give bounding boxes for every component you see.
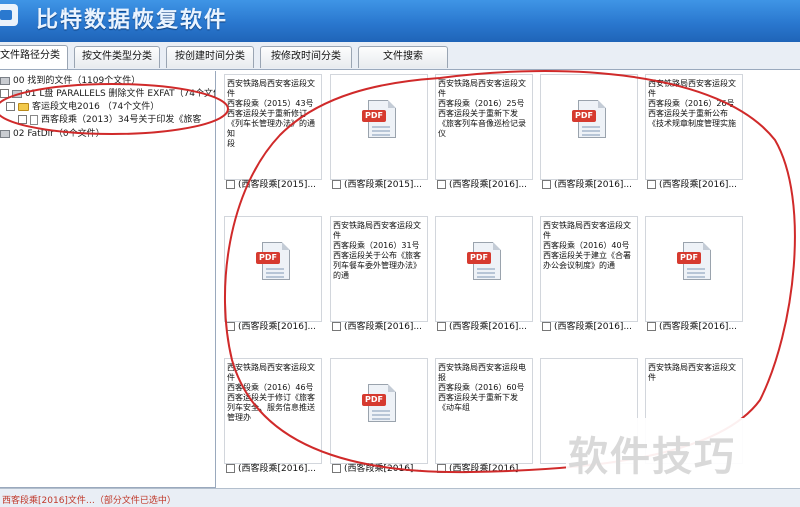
pdf-icon: PDF (362, 100, 396, 140)
tree-item-label: 02 FatDir（0个文件） (13, 129, 105, 139)
file-thumbnail[interactable]: 西安铁路局西安客运段文件 西客段乘（2016）46号 西客运段关于修订《旅客列车安全… (224, 358, 322, 464)
file-caption[interactable]: (西客段乘[2016]... (224, 320, 322, 336)
tab-bar: 文件路径分类 按文件类型分类 按创建时间分类 按修改时间分类 文件搜索 (0, 42, 800, 70)
file-caption[interactable]: (西客段乘[2015]... (330, 178, 428, 194)
pdf-icon: PDF (467, 242, 501, 282)
tree-item-folder[interactable]: 客运段文电2016 （74个文件） (6, 101, 159, 113)
drive-icon (0, 129, 10, 138)
file-thumbnail[interactable]: 西安铁路局西安客运段文件 西客段乘（2016）26号 西客运段关于重新公布《技术规章… (645, 74, 743, 180)
file-caption[interactable]: (西客段乘[2016]... (435, 462, 533, 478)
tree-item-label: 西客段乘（2013）34号关于印发《旅客 (41, 115, 202, 125)
file-checkbox[interactable] (437, 464, 446, 473)
file-checkbox[interactable] (647, 180, 656, 189)
file-thumbnail[interactable]: 西安铁路局西安客运段文件 西客段乘（2015）43号 西客运段关于重新修订《列车长管… (224, 74, 322, 180)
file-caption[interactable]: (西客段乘[2016]... (330, 320, 428, 336)
file-checkbox[interactable] (647, 322, 656, 331)
pdf-icon: PDF (677, 242, 711, 282)
file-thumbnail[interactable]: PDF (224, 216, 322, 322)
document-preview: 西安铁路局西安客运段文件 西客段乘（2016）26号 西客运段关于重新公布《技术规章… (648, 79, 736, 128)
tree-item-fatdir[interactable]: 02 FatDir（0个文件） (0, 128, 105, 140)
file-thumbnail[interactable]: PDF (330, 358, 428, 464)
file-thumbnail[interactable]: 西安铁路局西安客运段文件 西客段乘（2016）31号 西客运段关于公布《旅客列车餐车… (330, 216, 428, 322)
file-caption[interactable]: (西客段乘[2016]... (224, 462, 322, 478)
tree-item-deleted-files[interactable]: 01 L盘 PARALLELS 删除文件 EXFAT（74个文件） (0, 88, 216, 100)
document-preview: 西安铁路局西安客运段文件 西客段乘（2016）31号 西客运段关于公布《旅客列车餐车… (333, 221, 421, 280)
file-thumbnail[interactable]: PDF (435, 216, 533, 322)
file-thumbnail[interactable]: 西安铁路局西安客运段文件 西客段乘（2016）40号 西客运段关于建立《合署办公会议… (540, 216, 638, 322)
file-checkbox[interactable] (332, 180, 341, 189)
document-preview: 西安铁路局西安客运段文件 西客段乘（2015）43号 西客运段关于重新修订《列车长管… (227, 79, 315, 148)
file-caption[interactable]: (西客段乘[2016]... (330, 462, 428, 478)
tab-created-time[interactable]: 按创建时间分类 (166, 46, 254, 68)
file-caption[interactable]: (西客段乘[2016]... (540, 320, 638, 336)
file-checkbox[interactable] (226, 322, 235, 331)
drive-icon (0, 76, 10, 85)
tab-file-path[interactable]: 文件路径分类 (0, 45, 68, 69)
app-title: 比特数据恢复软件 (36, 8, 229, 33)
file-checkbox[interactable] (226, 180, 235, 189)
document-preview: 西安铁路局西安客运段文件 西客段乘（2016）46号 西客运段关于修订《旅客列车安全… (227, 363, 315, 422)
file-checkbox[interactable] (542, 322, 551, 331)
file-caption[interactable]: (西客段乘[2016]... (645, 178, 743, 194)
status-text: 西客段乘[2016]文件…（部分文件已选中） (2, 496, 176, 506)
file-thumbnail[interactable]: 西安铁路局西安客运段文件 西客段乘（2016）25号 西客运段关于重新下发《旅客列车… (435, 74, 533, 180)
file-caption[interactable]: (西客段乘[2015]... (224, 178, 322, 194)
tab-file-type[interactable]: 按文件类型分类 (74, 46, 160, 68)
app-logo-icon (0, 4, 18, 26)
tree-checkbox[interactable] (0, 89, 9, 98)
watermark: 软件技巧 (566, 418, 800, 480)
tree-item-label: 客运段文电2016 （74个文件） (32, 102, 160, 112)
pdf-icon: PDF (362, 384, 396, 424)
document-preview: 西安铁路局西安客运段电报 西客段乘（2016）60号 西客运段关于重新下发《动车组 (438, 363, 526, 412)
file-thumbnail[interactable]: 西安铁路局西安客运段电报 西客段乘（2016）60号 西客运段关于重新下发《动车组 (435, 358, 533, 464)
document-preview: 西安铁路局西安客运段文件 西客段乘（2016）25号 西客运段关于重新下发《旅客列车… (438, 79, 526, 138)
file-checkbox[interactable] (226, 464, 235, 473)
file-thumbnail[interactable]: PDF (540, 74, 638, 180)
tab-file-search[interactable]: 文件搜索 (358, 46, 448, 68)
file-caption[interactable]: (西客段乘[2016]... (645, 320, 743, 336)
tab-modified-time[interactable]: 按修改时间分类 (260, 46, 352, 68)
file-checkbox[interactable] (437, 180, 446, 189)
pdf-icon: PDF (256, 242, 290, 282)
tree-item-label: 00 找到的文件（1109个文件） (13, 76, 141, 86)
file-checkbox[interactable] (437, 322, 446, 331)
tree-item-found-files[interactable]: 00 找到的文件（1109个文件） (0, 75, 140, 87)
tree-checkbox[interactable] (6, 102, 15, 111)
document-preview: 西安铁路局西安客运段文件 西客段乘（2016）40号 西客运段关于建立《合署办公会议… (543, 221, 631, 270)
tree-item-label: 01 L盘 PARALLELS 删除文件 EXFAT（74个文件） (25, 89, 216, 99)
file-icon (30, 114, 38, 125)
pdf-icon: PDF (572, 100, 606, 140)
file-thumbnail[interactable]: PDF (330, 74, 428, 180)
tree-checkbox[interactable] (18, 115, 27, 124)
file-thumbnail[interactable]: PDF (645, 216, 743, 322)
tree-item-file[interactable]: 西客段乘（2013）34号关于印发《旅客 (18, 114, 201, 126)
app-header: 比特数据恢复软件 (0, 0, 800, 42)
file-checkbox[interactable] (332, 322, 341, 331)
drive-icon (12, 89, 22, 98)
folder-tree: 00 找到的文件（1109个文件） 01 L盘 PARALLELS 删除文件 E… (0, 71, 216, 488)
file-caption[interactable]: (西客段乘[2016]... (435, 320, 533, 336)
file-checkbox[interactable] (542, 180, 551, 189)
status-bar: 西客段乘[2016]文件…（部分文件已选中） (0, 488, 800, 507)
file-checkbox[interactable] (332, 464, 341, 473)
folder-icon (18, 102, 29, 111)
file-caption[interactable]: (西客段乘[2016]... (540, 178, 638, 194)
file-caption[interactable]: (西客段乘[2016]... (435, 178, 533, 194)
